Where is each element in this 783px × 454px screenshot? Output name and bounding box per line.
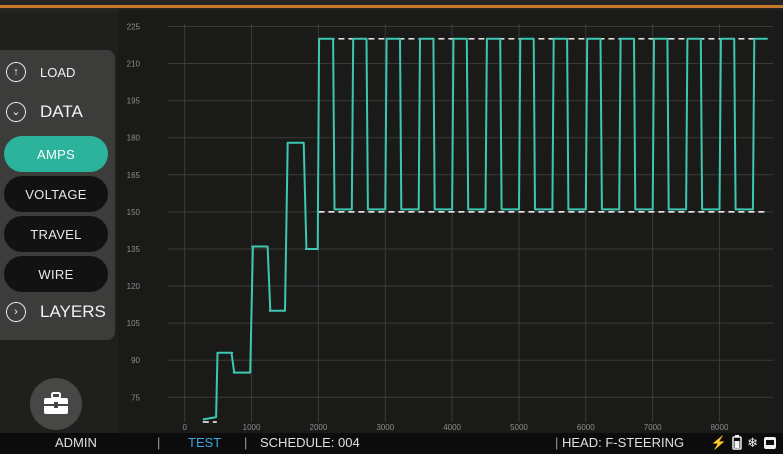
- status-bar: ADMIN | TEST | SCHEDULE: 004 | HEAD: F-S…: [0, 433, 783, 454]
- chevron-right-icon: ›: [6, 302, 26, 322]
- separator: |: [157, 435, 161, 450]
- chevron-down-icon: ⌄: [6, 102, 26, 122]
- x-tick-label: 1000: [243, 423, 261, 432]
- toolbox-icon: [44, 392, 68, 414]
- mode-label[interactable]: TEST: [188, 435, 221, 450]
- y-tick-label: 135: [127, 245, 141, 254]
- y-tick-label: 165: [127, 171, 141, 180]
- menu-item-wire[interactable]: WIRE: [4, 256, 108, 292]
- y-tick-label: 120: [127, 282, 141, 291]
- x-tick-label: 2000: [310, 423, 328, 432]
- lightning-icon: ⚡: [710, 435, 728, 450]
- y-tick-label: 150: [127, 208, 141, 217]
- data-section-toggle[interactable]: ⌄ DATA: [6, 102, 83, 122]
- side-menu: ↑ LOAD ⌄ DATA AMPS VOLTAGE TRAVEL WIRE ›…: [0, 50, 115, 340]
- load-label: LOAD: [40, 64, 76, 80]
- separator: |: [555, 435, 559, 450]
- schedule-label: SCHEDULE: 004: [260, 435, 360, 450]
- x-tick-label: 7000: [644, 423, 662, 432]
- x-tick-label: 0: [182, 423, 187, 432]
- data-label: DATA: [40, 102, 83, 121]
- menu-item-amps[interactable]: AMPS: [4, 136, 108, 172]
- y-tick-label: 210: [127, 60, 141, 69]
- menu-item-travel[interactable]: TRAVEL: [4, 216, 108, 252]
- y-tick-label: 105: [127, 319, 141, 328]
- x-tick-label: 6000: [577, 423, 595, 432]
- layers-label: LAYERS: [40, 302, 106, 321]
- user-label: ADMIN: [55, 435, 97, 450]
- layers-section-toggle[interactable]: › LAYERS: [6, 302, 106, 322]
- y-tick-label: 90: [131, 356, 140, 365]
- y-tick-label: 180: [127, 134, 141, 143]
- x-tick-label: 5000: [510, 423, 528, 432]
- y-tick-label: 225: [127, 22, 141, 31]
- x-tick-label: 3000: [376, 423, 394, 432]
- amps-chart: 75 90 105 120 135 150 165 180 195 210 225 0 1000 2000…: [127, 22, 773, 432]
- status-icons: ⚡ ❄: [711, 435, 777, 450]
- top-accent-line: [0, 5, 783, 8]
- menu-item-voltage[interactable]: VOLTAGE: [4, 176, 108, 212]
- snowflake-icon: ❄: [747, 435, 758, 450]
- arrow-up-icon: ↑: [6, 62, 26, 82]
- toolbox-button[interactable]: [30, 378, 82, 430]
- x-tick-label: 4000: [443, 423, 461, 432]
- x-tick-label: 8000: [711, 423, 729, 432]
- separator: |: [244, 435, 248, 450]
- y-tick-label: 75: [131, 393, 140, 402]
- head-label: HEAD: F-STEERING: [562, 435, 685, 450]
- y-tick-label: 195: [127, 97, 141, 106]
- battery-icon: [732, 435, 742, 450]
- load-button[interactable]: ↑ LOAD: [6, 62, 75, 82]
- display-icon[interactable]: [763, 436, 777, 450]
- amps-series-line: [202, 37, 768, 421]
